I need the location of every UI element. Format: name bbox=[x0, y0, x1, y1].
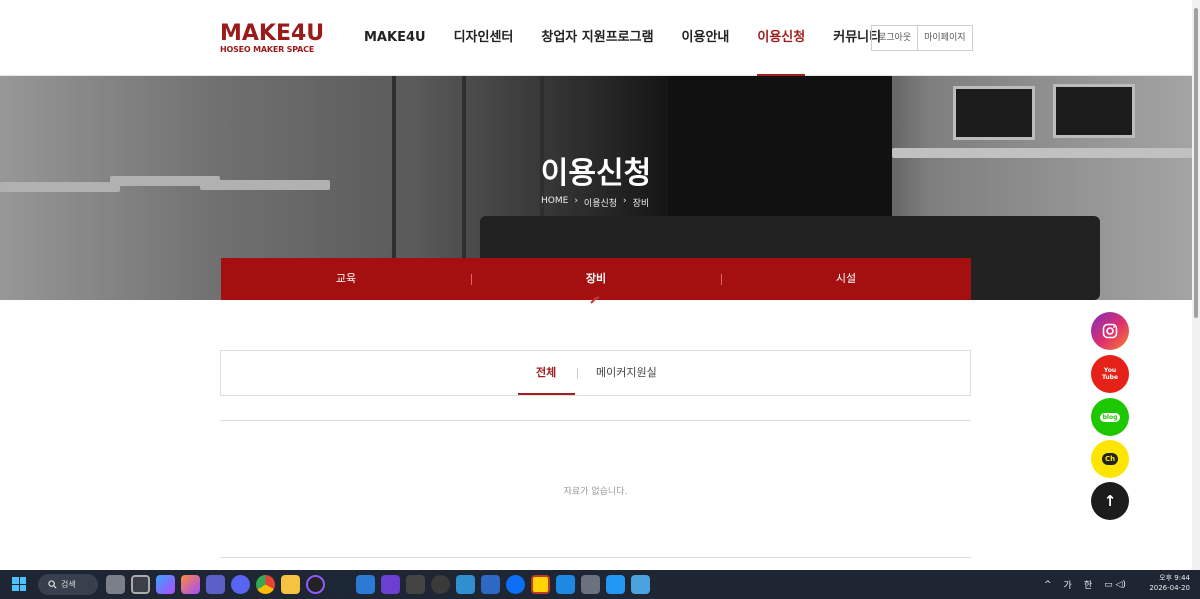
task-view-icon[interactable] bbox=[106, 575, 125, 594]
breadcrumb-separator: › bbox=[623, 196, 627, 206]
blog-icon: blog bbox=[1099, 412, 1121, 422]
nav-item-apply[interactable]: 이용신청 bbox=[743, 0, 819, 76]
logout-link[interactable]: 로그아웃 bbox=[872, 26, 917, 50]
filter-tab-all[interactable]: 전체 bbox=[536, 351, 556, 395]
app-icon[interactable] bbox=[306, 575, 325, 594]
app-icon[interactable] bbox=[406, 575, 425, 594]
breadcrumb-equipment: 장비 bbox=[632, 199, 650, 209]
steam-icon[interactable] bbox=[331, 575, 350, 594]
nav-item-startup-program[interactable]: 창업자 지원프로그램 bbox=[527, 0, 667, 76]
main-nav: MAKE4U 디자인센터 창업자 지원프로그램 이용안내 이용신청 커뮤니티 bbox=[350, 0, 895, 76]
ime-hangul-mode[interactable]: 가 bbox=[1064, 578, 1072, 591]
nav-item-make4u[interactable]: MAKE4U bbox=[350, 0, 440, 76]
chrome-icon[interactable] bbox=[256, 575, 275, 594]
app-icon[interactable] bbox=[556, 575, 575, 594]
logo-main-text: MAKE4U bbox=[220, 21, 325, 46]
nav-item-usage-guide[interactable]: 이용안내 bbox=[668, 0, 744, 76]
notepad-icon[interactable] bbox=[631, 575, 650, 594]
sub-tabs: 교육 장비 시설 bbox=[221, 258, 971, 300]
instagram-button[interactable] bbox=[1091, 312, 1129, 350]
breadcrumb: HOME › 이용신청 › 장비 bbox=[541, 196, 649, 209]
teams-icon[interactable] bbox=[206, 575, 225, 594]
copilot-icon[interactable] bbox=[156, 575, 175, 594]
blog-button[interactable]: blog bbox=[1091, 398, 1129, 436]
filter-tab-maker-support-room[interactable]: 메이커지원실 bbox=[596, 351, 657, 395]
active-tab-marker-icon bbox=[590, 296, 600, 304]
filter-active-underline bbox=[518, 393, 575, 395]
kakao-channel-icon: Ch bbox=[1101, 453, 1119, 465]
list-bottom-border bbox=[220, 557, 971, 558]
app-icon[interactable] bbox=[431, 575, 450, 594]
clock-date: 2026-04-20 bbox=[1149, 584, 1190, 592]
taskbar-clock[interactable]: 오후 9:44 2026-04-20 bbox=[1148, 573, 1190, 593]
app-icon[interactable] bbox=[481, 575, 500, 594]
kakao-channel-button[interactable]: Ch bbox=[1091, 440, 1129, 478]
logo-sub-text: HOSEO MAKER SPACE bbox=[220, 45, 315, 54]
search-label: 검색 bbox=[61, 580, 76, 589]
clock-time: 오후 9:44 bbox=[1159, 574, 1190, 582]
kakaotalk-icon[interactable] bbox=[531, 575, 550, 594]
search-icon bbox=[48, 580, 57, 589]
ime-language[interactable]: 한 bbox=[1084, 578, 1092, 591]
youtube-button[interactable]: You Tube bbox=[1091, 355, 1129, 393]
file-explorer-icon[interactable] bbox=[281, 575, 300, 594]
app-icon[interactable] bbox=[181, 575, 200, 594]
list-top-border bbox=[220, 420, 971, 421]
system-tray: ^ 가 한 ▭ ◁) bbox=[1044, 570, 1126, 599]
chevron-up-icon[interactable]: ^ bbox=[1044, 580, 1052, 590]
network-volume-icon[interactable]: ▭ ◁) bbox=[1104, 580, 1126, 590]
nav-item-design-center[interactable]: 디자인센터 bbox=[440, 0, 528, 76]
empty-list-message: 자료가 없습니다. bbox=[563, 487, 628, 497]
site-header: MAKE4U HOSEO MAKER SPACE MAKE4U 디자인센터 창업… bbox=[0, 0, 1192, 76]
scrollbar-thumb[interactable] bbox=[1194, 8, 1198, 318]
taskbar-search[interactable]: 검색 bbox=[38, 574, 98, 595]
tab-facility[interactable]: 시설 bbox=[721, 258, 971, 300]
app-icon[interactable] bbox=[606, 575, 625, 594]
mypage-link[interactable]: 마이페이지 bbox=[917, 26, 971, 50]
make4u-logo[interactable]: MAKE4U HOSEO MAKER SPACE bbox=[220, 22, 332, 56]
discord-icon[interactable] bbox=[231, 575, 250, 594]
filter-divider bbox=[577, 368, 578, 379]
breadcrumb-apply[interactable]: 이용신청 bbox=[584, 196, 617, 209]
breadcrumb-home[interactable]: HOME bbox=[541, 196, 568, 209]
instagram-icon bbox=[1102, 323, 1118, 339]
gamepad-icon[interactable] bbox=[381, 575, 400, 594]
windows-start-icon[interactable] bbox=[12, 577, 26, 591]
category-filter: 전체 메이커지원실 bbox=[220, 350, 971, 396]
breadcrumb-separator: › bbox=[574, 196, 578, 206]
tab-equipment[interactable]: 장비 bbox=[471, 258, 721, 300]
app-icon[interactable] bbox=[506, 575, 525, 594]
auth-links: 로그아웃 마이페이지 bbox=[871, 25, 973, 51]
tab-education[interactable]: 교육 bbox=[221, 258, 471, 300]
youtube-icon: You Tube bbox=[1101, 367, 1119, 381]
app-icon[interactable] bbox=[356, 575, 375, 594]
settings-icon[interactable] bbox=[581, 575, 600, 594]
arrow-up-icon: ↑ bbox=[1103, 492, 1117, 510]
widgets-icon[interactable] bbox=[131, 575, 150, 594]
scroll-top-button[interactable]: ↑ bbox=[1091, 482, 1129, 520]
app-icon[interactable] bbox=[456, 575, 475, 594]
taskbar-apps bbox=[106, 575, 650, 594]
page-title: 이용신청 bbox=[540, 156, 652, 191]
